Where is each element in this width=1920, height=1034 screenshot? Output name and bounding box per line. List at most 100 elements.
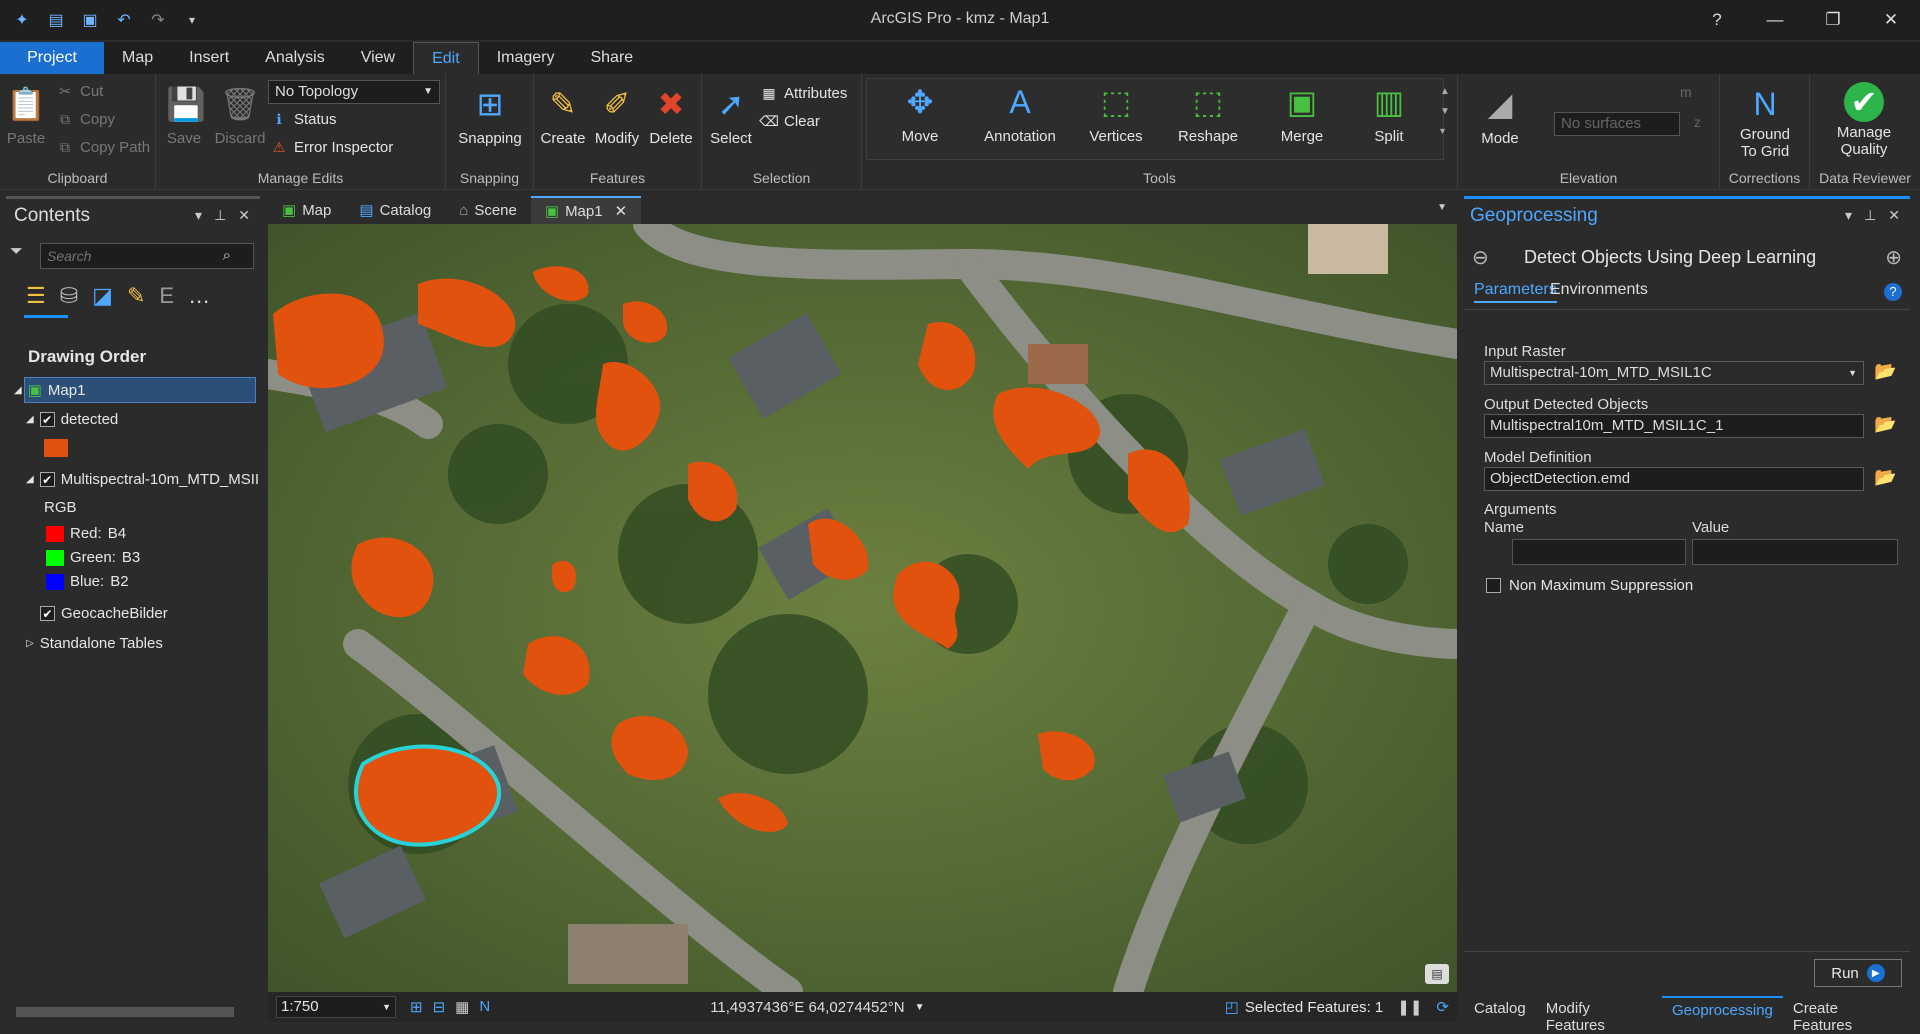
pane-close-icon[interactable]: ✕ — [238, 207, 250, 224]
minimize-button[interactable]: — — [1746, 0, 1804, 40]
tab-analysis[interactable]: Analysis — [247, 42, 343, 74]
error-inspector-button[interactable]: ⚠ Error Inspector — [270, 138, 393, 156]
tab-parameters[interactable]: Parameters — [1474, 281, 1557, 303]
list-by-drawing-order-icon[interactable]: ☰ — [26, 283, 46, 309]
modify-button[interactable]: ✐ Modify — [590, 82, 644, 147]
tab-create-features[interactable]: Create Features — [1783, 996, 1910, 1034]
run-button[interactable]: Run ▶ — [1814, 959, 1902, 987]
discard-edits-button[interactable]: 🗑 Discard — [212, 82, 268, 147]
tab-catalog-pane[interactable]: Catalog — [1464, 996, 1536, 1024]
tab-map1-view[interactable]: ▣ Map1 ✕ — [530, 196, 642, 224]
pin-icon[interactable]: ⊥ — [214, 207, 226, 224]
expand-icon[interactable]: ◢ — [14, 385, 22, 396]
mode-button[interactable]: ◢ Mode — [1470, 82, 1530, 147]
map-canvas[interactable]: ▤ — [268, 224, 1457, 992]
scale-dropdown[interactable]: 1:750 ▼ — [276, 996, 396, 1018]
browse-folder-icon[interactable]: 📂 — [1874, 361, 1896, 381]
search-icon[interactable]: ⌕ — [223, 247, 231, 264]
ground-to-grid-button[interactable]: N Ground To Grid — [1724, 82, 1806, 161]
detected-symbol[interactable] — [44, 439, 68, 457]
split-tool[interactable]: ▥ Split — [1356, 80, 1422, 145]
layer-geocache[interactable]: ✔ GeocacheBilder — [40, 605, 168, 622]
tab-imagery[interactable]: Imagery — [479, 42, 573, 74]
pane-close-icon[interactable]: ✕ — [1888, 207, 1900, 224]
green-swatch[interactable] — [46, 549, 64, 566]
layer-checkbox[interactable]: ✔ — [39, 412, 55, 427]
paste-button[interactable]: 📋 Paste — [4, 82, 48, 147]
selected-features-count[interactable]: Selected Features: 1 — [1245, 999, 1383, 1016]
tab-scene-view[interactable]: ⌂ Scene — [445, 196, 531, 224]
nms-checkbox[interactable]: ✔ — [1486, 578, 1501, 593]
list-by-labeling-icon[interactable]: E — [159, 283, 174, 309]
blue-swatch[interactable] — [46, 573, 64, 590]
output-field[interactable]: Multispectral10m_MTD_MSIL1C_1 — [1484, 414, 1864, 438]
select-button[interactable]: ➚ Select — [706, 82, 756, 147]
nms-option[interactable]: ✔ Non Maximum Suppression — [1486, 577, 1693, 594]
help-icon[interactable]: ? — [1884, 283, 1902, 301]
copy-button[interactable]: ⧉ Copy — [56, 110, 115, 128]
attributes-button[interactable]: ▦ Attributes — [760, 84, 847, 102]
save-edits-button[interactable]: 💾 Save — [164, 82, 206, 147]
tab-environments[interactable]: Environments — [1550, 281, 1648, 299]
argument-name-input[interactable] — [1512, 539, 1686, 565]
snap-icon[interactable]: ⊟ — [433, 998, 446, 1016]
tab-view[interactable]: View — [343, 42, 413, 74]
nav-icon[interactable]: ⊞ — [410, 998, 423, 1016]
contents-search[interactable]: ⌕ — [40, 243, 254, 269]
chevron-down-icon[interactable]: ▼ — [1848, 362, 1857, 384]
tab-share[interactable]: Share — [572, 42, 651, 74]
tab-map[interactable]: Map — [104, 42, 171, 74]
topology-dropdown[interactable]: No Topology ▼ — [268, 80, 440, 104]
annotation-tool[interactable]: A Annotation — [972, 80, 1068, 146]
more-options-icon[interactable]: … — [188, 283, 210, 309]
tab-list-icon[interactable]: ▼ — [1427, 196, 1457, 224]
delete-button[interactable]: ✖ Delete — [644, 82, 698, 147]
browse-folder-icon[interactable]: 📂 — [1874, 414, 1896, 434]
reshape-tool[interactable]: ⬚ Reshape — [1168, 80, 1248, 145]
help-button[interactable]: ? — [1688, 0, 1746, 40]
expand-icon[interactable]: ◢ — [26, 414, 34, 425]
argument-value-input[interactable] — [1692, 539, 1898, 565]
list-by-editing-icon[interactable]: ✎ — [127, 283, 145, 309]
tab-catalog-view[interactable]: ▤ Catalog — [345, 196, 445, 224]
merge-tool[interactable]: ▣ Merge — [1264, 80, 1340, 145]
clear-selection-button[interactable]: ⌫ Clear — [759, 112, 820, 130]
create-button[interactable]: ✎ Create — [538, 82, 588, 147]
manage-quality-button[interactable]: ✔ Manage Quality — [1814, 82, 1914, 158]
pin-icon[interactable]: ⊥ — [1864, 207, 1876, 224]
horizontal-scrollbar[interactable] — [16, 1007, 234, 1017]
gallery-scroll[interactable]: ▲ ▼ ▾ — [1440, 82, 1450, 142]
tab-geoprocessing[interactable]: Geoprocessing — [1661, 996, 1783, 1024]
model-field[interactable]: ObjectDetection.emd — [1484, 467, 1864, 491]
browse-folder-icon[interactable]: 📂 — [1874, 467, 1896, 487]
map-overview-icon[interactable]: ▤ — [1425, 964, 1449, 984]
layer-detected[interactable]: ◢ ✔ detected — [26, 411, 118, 428]
refresh-icon[interactable]: ⟳ — [1436, 998, 1449, 1016]
tab-edit[interactable]: Edit — [413, 42, 479, 74]
tab-insert[interactable]: Insert — [171, 42, 247, 74]
filter-icon[interactable]: ⏷ — [10, 243, 23, 261]
expand-icon[interactable]: ◢ — [26, 474, 34, 485]
grid-icon[interactable]: ▦ — [455, 998, 469, 1016]
close-tab-icon[interactable]: ✕ — [615, 202, 628, 220]
tab-modify-features[interactable]: Modify Features — [1536, 996, 1662, 1034]
surfaces-field[interactable]: No surfaces — [1554, 112, 1680, 136]
restore-button[interactable]: ❐ — [1804, 0, 1862, 40]
search-input[interactable] — [41, 244, 211, 268]
vertices-tool[interactable]: ⬚ Vertices — [1076, 80, 1156, 145]
standalone-tables[interactable]: ▷ Standalone Tables — [26, 635, 163, 652]
chevron-down-icon[interactable]: ▼ — [915, 1002, 925, 1013]
collapse-icon[interactable]: ▷ — [26, 638, 34, 649]
layer-checkbox[interactable]: ✔ — [39, 472, 55, 487]
list-by-data-source-icon[interactable]: ⛁ — [60, 283, 78, 309]
snapping-button[interactable]: ⊞ Snapping — [456, 82, 524, 147]
north-icon[interactable]: N — [479, 998, 490, 1016]
pane-menu-icon[interactable]: ▾ — [1845, 207, 1852, 224]
tab-project[interactable]: Project — [0, 42, 104, 74]
status-button[interactable]: ℹ Status — [270, 110, 336, 128]
layer-checkbox[interactable]: ✔ — [40, 606, 55, 621]
red-swatch[interactable] — [46, 525, 64, 542]
close-button[interactable]: ✕ — [1862, 0, 1920, 40]
copy-path-button[interactable]: ⧉ Copy Path — [56, 138, 150, 156]
tab-map-view[interactable]: ▣ Map — [268, 196, 345, 224]
